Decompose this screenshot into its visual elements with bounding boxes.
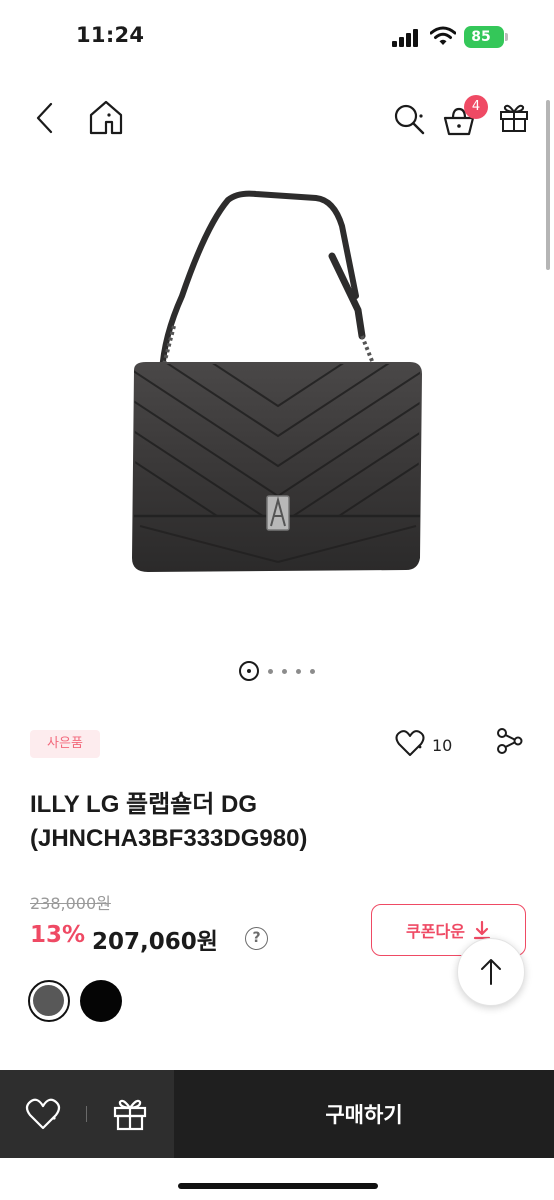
- gift-badge: 사은품: [30, 730, 100, 758]
- status-time: 11:24: [76, 23, 145, 47]
- scroll-indicator[interactable]: [546, 100, 550, 270]
- carousel-dot[interactable]: [296, 669, 301, 674]
- status-bar: 11:24 85: [0, 0, 554, 72]
- scroll-top-button[interactable]: [457, 938, 525, 1006]
- color-swatch-black[interactable]: [80, 980, 122, 1022]
- original-price: 238,000원: [30, 894, 111, 913]
- arrow-up-icon: [481, 959, 501, 985]
- battery-indicator: 85: [464, 26, 508, 48]
- carousel-dot[interactable]: [282, 669, 287, 674]
- product-image[interactable]: [120, 186, 436, 578]
- cart-count-badge: 4: [464, 95, 488, 119]
- price-help-icon[interactable]: ?: [245, 927, 268, 950]
- carousel-dot[interactable]: [310, 669, 315, 674]
- home-icon[interactable]: [87, 98, 125, 136]
- carousel-dot[interactable]: [268, 669, 273, 674]
- carousel-dot-active[interactable]: [239, 661, 259, 681]
- buy-button[interactable]: 구매하기: [174, 1070, 554, 1158]
- wishlist-heart-icon[interactable]: [25, 1098, 61, 1130]
- sale-price: 207,060원: [92, 929, 218, 955]
- color-swatch-dark-gray[interactable]: [28, 980, 70, 1022]
- download-icon: [473, 920, 491, 940]
- home-indicator: [178, 1183, 378, 1189]
- product-title: ILLY LG 플랩숄더 DG (JHNCHA3BF333DG980): [30, 791, 308, 852]
- like-count: 10: [432, 736, 453, 755]
- back-icon[interactable]: [34, 102, 56, 134]
- coupon-label: 쿠폰다운: [406, 922, 465, 941]
- search-icon[interactable]: [392, 102, 426, 136]
- heart-icon[interactable]: [395, 729, 425, 757]
- gift-icon[interactable]: [498, 101, 530, 133]
- share-icon[interactable]: [494, 726, 524, 756]
- gift-box-icon[interactable]: [112, 1097, 148, 1131]
- bottom-left-actions: [0, 1070, 174, 1158]
- battery-level: 85: [471, 29, 491, 45]
- signal-icon: [392, 29, 418, 47]
- wifi-icon: [430, 26, 456, 45]
- bottom-action-bar: 구매하기: [0, 1070, 554, 1158]
- discount-rate: 13%: [30, 922, 86, 948]
- bottom-divider: [86, 1106, 87, 1122]
